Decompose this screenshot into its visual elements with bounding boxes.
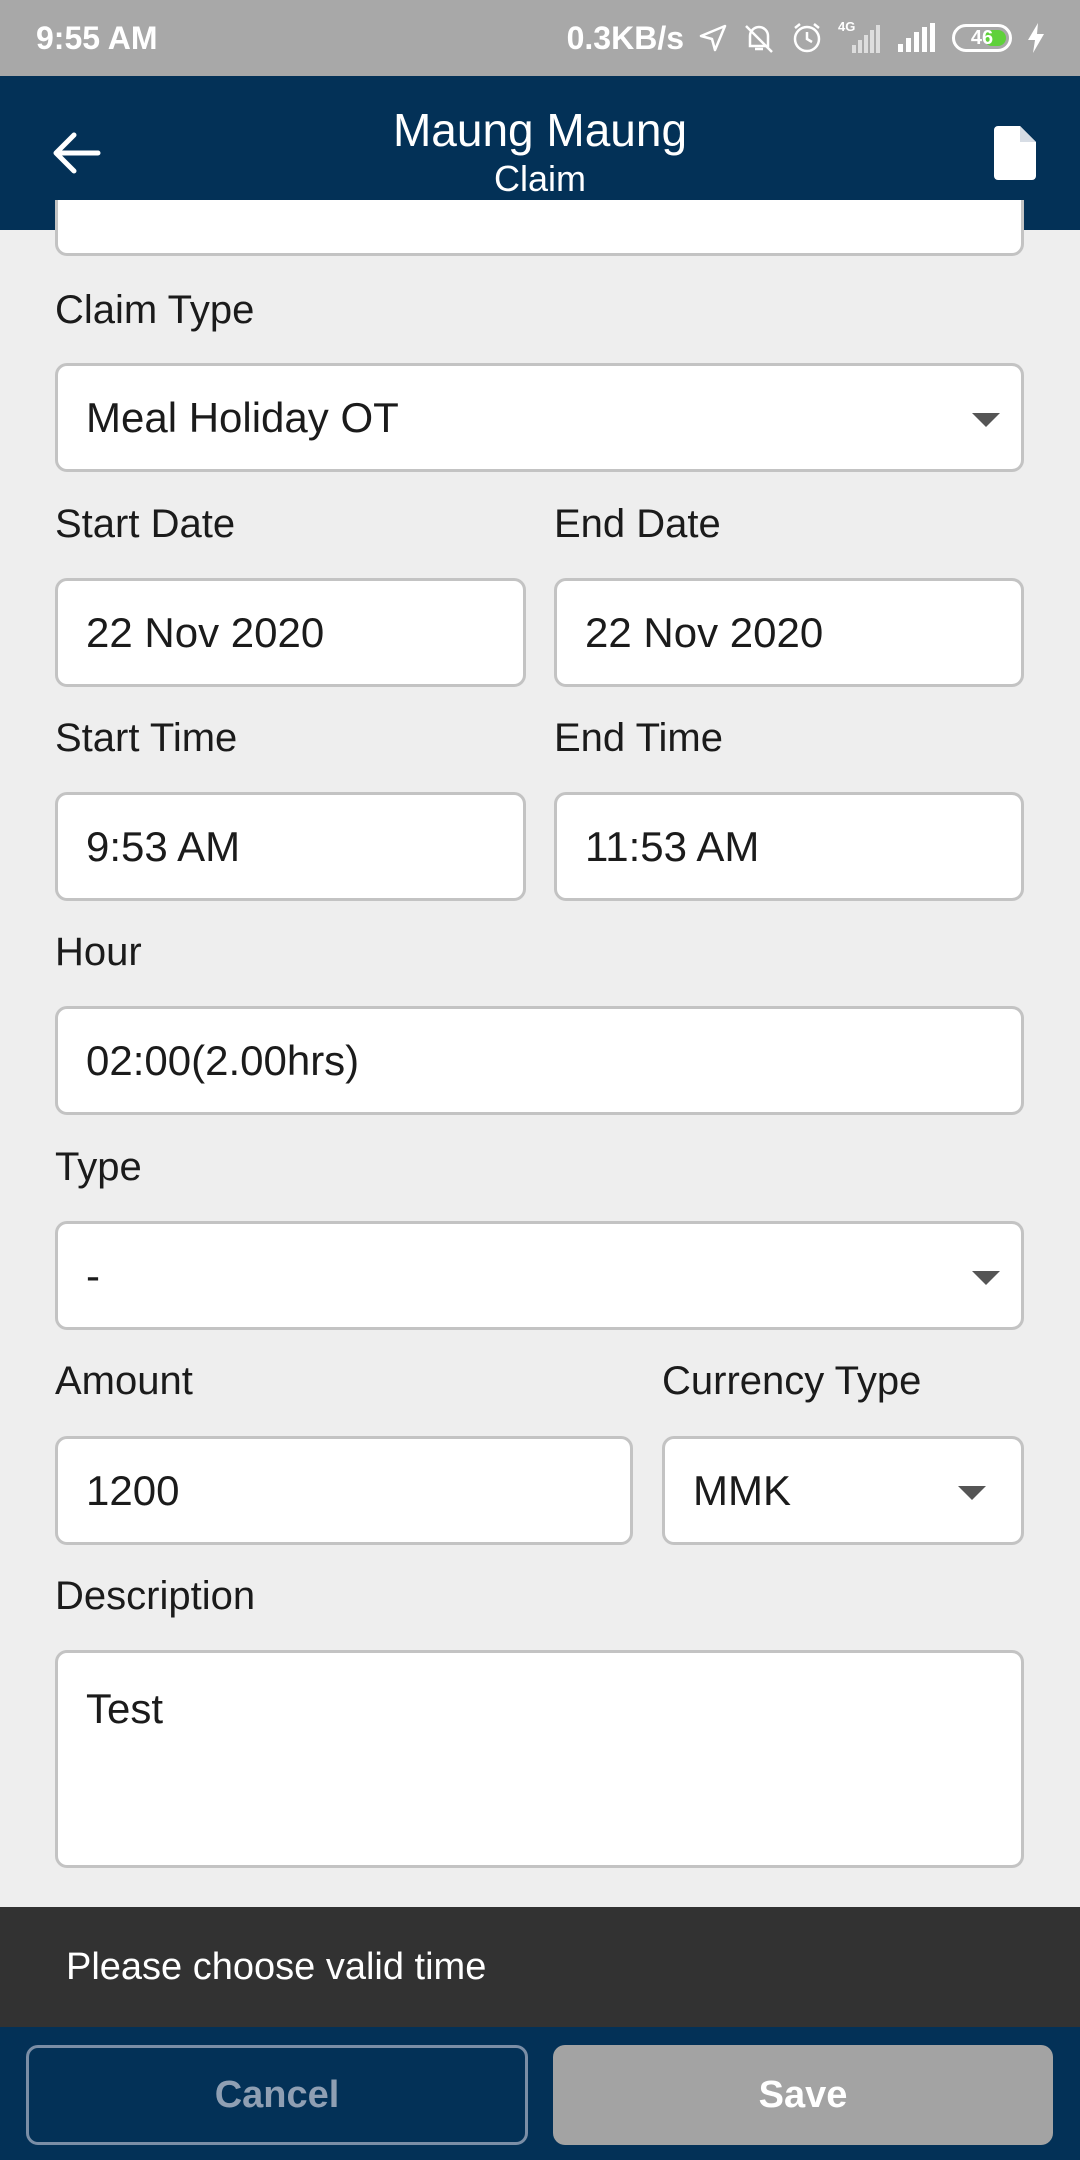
claim-type-value: Meal Holiday OT [86, 393, 399, 441]
cancel-button[interactable]: Cancel [26, 2045, 528, 2145]
currency-type-label: Currency Type [662, 1359, 922, 1403]
currency-type-select[interactable]: MMK [662, 1436, 1024, 1545]
charging-icon [1028, 23, 1044, 53]
page-subtitle: Claim [493, 158, 586, 199]
mute-icon [745, 25, 773, 53]
bottom-action-bar: Cancel Save [0, 2027, 1080, 2160]
amount-field[interactable]: 1200 [55, 1436, 633, 1545]
snackbar: Please choose valid time [0, 1907, 1080, 2027]
start-time-field[interactable]: 9:53 AM [55, 792, 526, 901]
end-date-field[interactable]: 22 Nov 2020 [554, 578, 1024, 687]
currency-type-value: MMK [693, 1466, 791, 1514]
alarm-icon [793, 23, 821, 53]
end-time-value: 11:53 AM [585, 822, 760, 870]
scrolled-field[interactable] [55, 200, 1024, 256]
hour-label: Hour [55, 930, 142, 974]
signal-icon: 4G [838, 19, 882, 55]
claim-type-select[interactable]: Meal Holiday OT [55, 363, 1024, 472]
start-date-value: 22 Nov 2020 [86, 608, 325, 656]
hour-field: 02:00(2.00hrs) [55, 1006, 1024, 1115]
chevron-down-icon [958, 1486, 986, 1500]
start-time-value: 9:53 AM [86, 822, 241, 870]
end-date-label: End Date [554, 502, 721, 546]
network-speed: 0.3KB/s [566, 19, 684, 56]
end-date-value: 22 Nov 2020 [585, 608, 824, 656]
type-label: Type [55, 1145, 142, 1189]
start-time-label: Start Time [55, 716, 238, 760]
description-textarea[interactable]: Test [55, 1650, 1024, 1868]
status-time: 9:55 AM [36, 19, 158, 56]
chevron-down-icon [972, 413, 1000, 427]
snackbar-message: Please choose valid time [66, 1945, 487, 1988]
status-icons: 0.3KB/s 4G 46 [566, 19, 1046, 57]
type-select[interactable]: - [55, 1221, 1024, 1330]
type-value: - [86, 1251, 100, 1299]
description-label: Description [55, 1574, 256, 1618]
start-date-field[interactable]: 22 Nov 2020 [55, 578, 526, 687]
claim-type-label: Claim Type [55, 288, 255, 332]
signal-icon [898, 23, 935, 52]
page-title: Maung Maung [392, 104, 688, 156]
amount-value: 1200 [86, 1466, 180, 1514]
save-button[interactable]: Save [553, 2045, 1053, 2145]
document-icon[interactable] [990, 124, 1038, 182]
chevron-down-icon [972, 1271, 1000, 1285]
hour-value: 02:00(2.00hrs) [86, 1036, 360, 1084]
amount-label: Amount [55, 1359, 193, 1403]
app-title-block: Maung Maung Claim [0, 102, 1080, 200]
end-time-label: End Time [554, 716, 723, 760]
end-time-field[interactable]: 11:53 AM [554, 792, 1024, 901]
status-bar: 9:55 AM 0.3KB/s 4G 46 [0, 0, 1080, 76]
battery-icon: 46 [952, 24, 1012, 52]
description-value: Test [86, 1685, 164, 1732]
location-icon [699, 24, 727, 52]
start-date-label: Start Date [55, 502, 236, 546]
battery-level: 46 [970, 26, 994, 49]
